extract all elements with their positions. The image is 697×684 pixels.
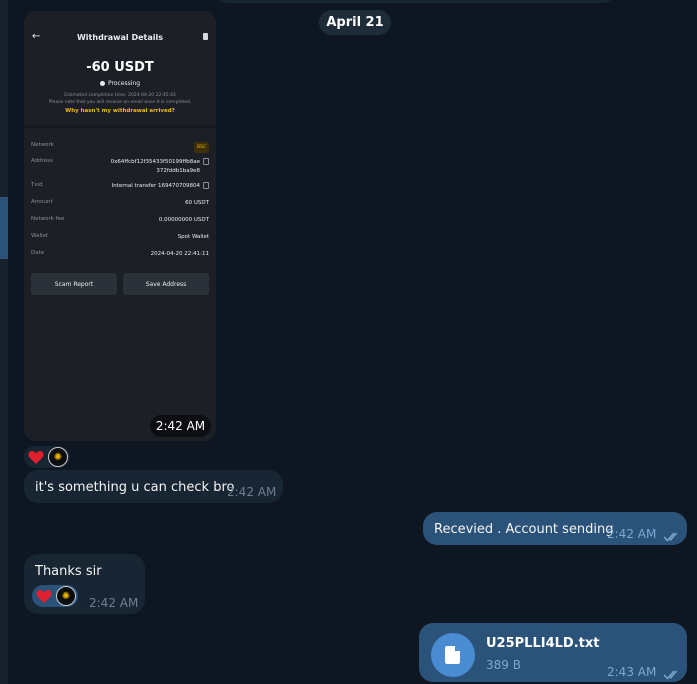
- message-time: 2:42 AM: [607, 527, 657, 541]
- reactions-row[interactable]: ✺: [24, 446, 70, 468]
- message-bubble-outgoing[interactable]: Recevied . Account sending 2:42 AM: [423, 512, 687, 545]
- message-text: Thanks sir: [35, 564, 102, 579]
- email-note: Please note that you will receive an ema…: [48, 100, 192, 105]
- detail-value: 60 USDT: [185, 200, 209, 206]
- avatar-icon: ✺: [48, 447, 68, 467]
- detail-value: Internal transfer 169470709804: [111, 183, 200, 189]
- detail-value: Spot Wallet: [177, 234, 209, 240]
- detail-key: Wallet: [31, 233, 49, 239]
- section-divider: [24, 125, 216, 128]
- avatar-icon: ✺: [56, 586, 76, 606]
- message-time: 2:42 AM: [89, 596, 139, 610]
- reaction-pill[interactable]: ✺: [24, 446, 70, 468]
- message-text: it's something u can check bro: [35, 480, 235, 495]
- copy-icon: [203, 182, 209, 189]
- file-size: 389 B: [486, 658, 521, 672]
- detail-key: Amount: [31, 199, 53, 205]
- message-bubble-incoming[interactable]: it's something u can check bro 2:42 AM: [24, 470, 283, 503]
- copy-icon: [203, 158, 209, 165]
- save-address-button: Save Address: [123, 273, 209, 295]
- detail-key: Address: [31, 158, 53, 164]
- file-message-bubble[interactable]: U25PLLI4LD.txt 389 B 2:43 AM: [419, 623, 687, 682]
- date-divider: April 21: [319, 10, 391, 35]
- image-timestamp: 2:42 AM: [150, 415, 211, 437]
- file-icon[interactable]: [431, 633, 475, 677]
- previous-message-edge: [215, 0, 615, 3]
- scam-report-button: Scam Report: [31, 273, 117, 295]
- detail-key: Txid: [31, 182, 43, 188]
- reactions-row[interactable]: ✺: [32, 585, 78, 607]
- sidebar-selected-indicator: [0, 197, 8, 259]
- detail-key: Network fee: [31, 216, 65, 222]
- detail-value: 0x64ffcbf12f35433f50199ffb8ae: [110, 159, 200, 165]
- withdrawal-header: ← Withdrawal Details: [24, 11, 216, 67]
- file-name[interactable]: U25PLLI4LD.txt: [486, 636, 599, 651]
- withdrawal-amount: -60 USDT: [86, 60, 154, 75]
- withdrawal-title: Withdrawal Details: [76, 33, 163, 42]
- detail-value: 0.00000000 USDT: [158, 217, 209, 223]
- left-sidebar-edge: [0, 0, 8, 684]
- help-link: Why hasn't my withdrawal arrived?: [65, 108, 175, 114]
- network-badge: BSC: [193, 142, 209, 153]
- document-icon: [203, 33, 208, 40]
- withdrawal-screenshot-message[interactable]: ← Withdrawal Details -60 USDT Processing…: [24, 11, 216, 441]
- heart-icon: [34, 586, 54, 606]
- double-check-icon: [663, 527, 681, 546]
- status-text: Processing: [107, 80, 141, 87]
- detail-value-cont: 372fddb1ba9e8: [156, 168, 200, 174]
- reaction-pill[interactable]: ✺: [32, 585, 78, 607]
- heart-icon: [26, 447, 46, 467]
- detail-key: Date: [31, 250, 45, 256]
- message-text: Recevied . Account sending: [434, 522, 614, 537]
- detail-value: 2024-04-20 22:41:11: [150, 251, 209, 257]
- estimated-time: Estimated completion time: 2024-04-20 22…: [64, 93, 176, 98]
- message-time: 2:42 AM: [227, 485, 277, 499]
- message-time: 2:43 AM: [607, 665, 657, 679]
- withdrawal-status: Processing: [24, 80, 216, 87]
- detail-key: Network: [31, 142, 54, 148]
- double-check-icon: [663, 665, 681, 684]
- clock-icon: [99, 81, 105, 86]
- message-bubble-incoming[interactable]: Thanks sir ✺ 2:42 AM: [24, 554, 145, 614]
